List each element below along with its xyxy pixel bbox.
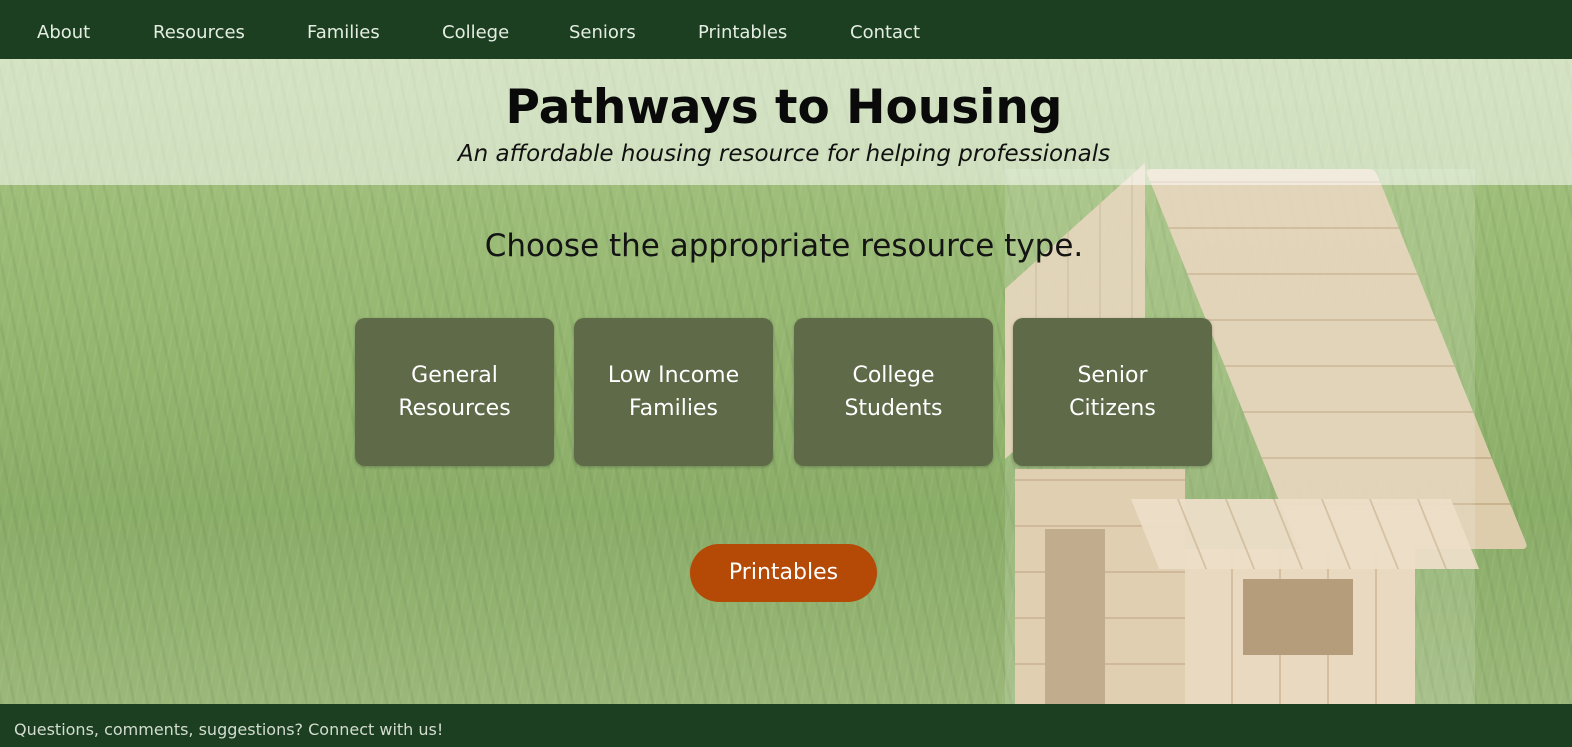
resource-type-prompt: Choose the appropriate resource type.: [484, 228, 1084, 264]
site-tagline: An affordable housing resource for helpi…: [457, 141, 1111, 167]
tile-label: Senior Citizens: [1069, 363, 1156, 421]
nav-families[interactable]: Families: [307, 0, 380, 59]
footer-connect-link[interactable]: Questions, comments, suggestions? Connec…: [14, 720, 443, 739]
nav-college[interactable]: College: [442, 0, 509, 59]
nav-about[interactable]: About: [37, 0, 90, 59]
tile-low-income-families[interactable]: Low Income Families: [574, 318, 773, 466]
nav-contact[interactable]: Contact: [850, 0, 920, 59]
tile-label: Low Income Families: [607, 363, 740, 421]
tile-senior-citizens[interactable]: Senior Citizens: [1013, 318, 1212, 466]
printables-button[interactable]: Printables: [690, 544, 877, 602]
nav-seniors[interactable]: Seniors: [569, 0, 636, 59]
nav-resources[interactable]: Resources: [153, 0, 245, 59]
tile-college-students[interactable]: College Students: [794, 318, 993, 466]
footer: Questions, comments, suggestions? Connec…: [0, 704, 1572, 747]
tile-general-resources[interactable]: General Resources: [355, 318, 554, 466]
nav-printables[interactable]: Printables: [698, 0, 787, 59]
tile-label: General Resources: [398, 363, 511, 421]
top-navigation: About Resources Families College Seniors…: [0, 0, 1572, 59]
site-title: Pathways to Housing: [505, 80, 1063, 135]
tile-label: College Students: [844, 363, 943, 421]
